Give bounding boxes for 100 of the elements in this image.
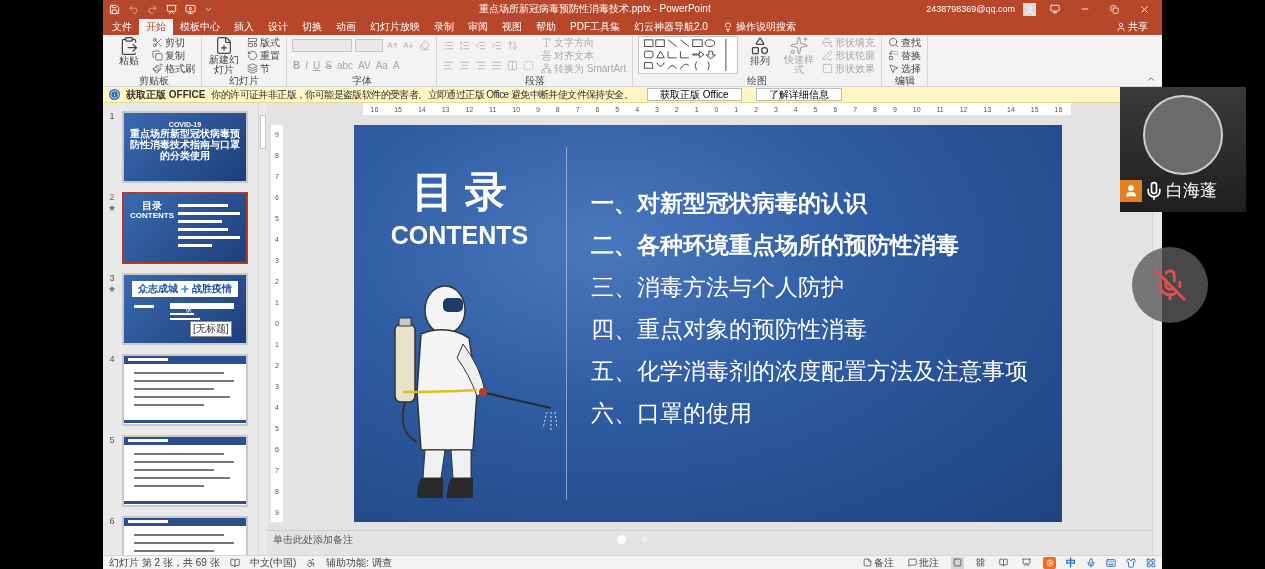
slide-thumbnail[interactable]: 众志成城 战胜疫情 [无标题] xyxy=(122,273,248,345)
ribbon-button[interactable]: 重置 xyxy=(246,49,281,62)
keyboard-icon[interactable] xyxy=(1106,557,1116,568)
ribbon-button[interactable]: 格式刷 xyxy=(151,62,196,75)
ribbon-tab[interactable]: 模板中心 xyxy=(173,19,227,35)
slide-number: 6 xyxy=(109,516,115,526)
outdent-icon xyxy=(475,40,486,52)
comments-button[interactable]: 批注 xyxy=(906,556,941,569)
share-button[interactable]: 共享 xyxy=(1110,19,1154,35)
ribbon-button[interactable]: 剪切 xyxy=(151,36,196,49)
contents-item: 二、各种环境重点场所的预防性消毒 xyxy=(590,231,960,259)
contents-item: 一、对新型冠状病毒的认识 xyxy=(590,189,869,217)
notice-title: 获取正版 OFFICE xyxy=(126,87,206,102)
ribbon-button[interactable]: 排列 xyxy=(743,36,778,75)
reset-icon xyxy=(247,50,258,61)
vertical-align-icon xyxy=(541,50,552,61)
slide-title: 目 录 xyxy=(411,169,508,215)
ribbon-tab[interactable]: 动画 xyxy=(329,19,363,35)
ribbon-button[interactable]: 新建幻灯片 xyxy=(207,36,241,75)
ribbon-tab[interactable]: 插入 xyxy=(227,19,261,35)
slide-number: 4 xyxy=(109,354,115,364)
spellcheck-icon[interactable] xyxy=(229,557,240,568)
text-icon xyxy=(541,37,552,48)
ribbon-tab[interactable]: PDF工具集 xyxy=(563,19,627,35)
reading-view-button[interactable] xyxy=(997,556,1010,569)
ribbon-button[interactable]: 替换 xyxy=(887,49,923,62)
thumbnail-title: 目录 xyxy=(141,200,163,211)
accessibility-status[interactable]: 辅助功能: 调查 xyxy=(326,555,392,569)
monitor-icon xyxy=(1050,4,1060,14)
search-icon xyxy=(888,37,900,48)
ribbon-tab[interactable]: 录制 xyxy=(427,19,461,35)
avatar-icon[interactable] xyxy=(1023,2,1036,16)
save-icon[interactable] xyxy=(109,3,120,15)
slide-subtitle: CONTENTS xyxy=(390,221,529,250)
clipboard-icon xyxy=(119,36,139,56)
language[interactable]: 中文(中国) xyxy=(249,555,297,569)
numbered-list-icon xyxy=(459,40,470,52)
ribbon-button[interactable]: 选择 xyxy=(887,62,923,75)
mic-icon[interactable] xyxy=(1086,557,1096,568)
sorter-view-button[interactable] xyxy=(974,556,987,569)
accessibility-icon[interactable] xyxy=(306,557,317,568)
contents-item: 四、重点对象的预防性消毒 xyxy=(590,315,868,343)
ribbon-tab[interactable]: 开始 xyxy=(139,19,173,35)
shapes-icon xyxy=(750,36,771,56)
slideshow-icon[interactable] xyxy=(185,3,196,15)
mic-off-icon xyxy=(1153,268,1187,302)
ribbon-tab[interactable]: 设计 xyxy=(261,19,295,35)
contents-item: 五、化学消毒剂的浓度配置方法及注意事项 xyxy=(590,357,1028,385)
user-icon xyxy=(1120,179,1142,202)
slide-number: 2 xyxy=(109,192,115,202)
ribbon-button[interactable]: 查找 xyxy=(887,36,923,49)
paintbrush-icon xyxy=(152,63,163,74)
group-label: 段落 xyxy=(523,75,546,86)
notice-button[interactable]: 获取正版 Office xyxy=(646,88,742,101)
grid-icon[interactable] xyxy=(1146,557,1156,568)
replace-icon xyxy=(888,50,900,61)
ime-mode[interactable]: 中 xyxy=(1066,555,1076,569)
notes-placeholder[interactable]: 单击此处添加备注 xyxy=(273,532,353,547)
lightbulb-icon xyxy=(722,22,733,32)
mic-icon xyxy=(1144,180,1164,201)
notes-button[interactable]: 备注 xyxy=(861,556,896,569)
notice-button[interactable]: 了解详细信息 xyxy=(755,88,842,101)
ribbon-button[interactable]: 版式 xyxy=(246,36,281,49)
ime-logo-icon[interactable] xyxy=(1043,556,1056,569)
comment-icon xyxy=(908,558,917,567)
thumbnail-text: CONTENTS xyxy=(130,211,174,220)
ribbon-tab[interactable]: 切换 xyxy=(295,19,329,35)
tooltip: [无标题] xyxy=(190,321,232,337)
sparkle-icon xyxy=(789,36,810,55)
redo-icon[interactable] xyxy=(147,3,158,15)
presentation-icon[interactable] xyxy=(166,3,177,15)
ribbon-tab[interactable]: 视图 xyxy=(495,19,529,35)
indent-icon xyxy=(491,40,502,52)
shapes-gallery-drawing[interactable] xyxy=(638,36,739,74)
collapse-icon[interactable] xyxy=(1146,74,1156,84)
ribbon-tab[interactable]: 幻云神器导航2.0 xyxy=(627,19,715,35)
slideshow-button[interactable] xyxy=(1020,556,1033,569)
slide-thumbnail[interactable]: 目录 CONTENTS xyxy=(122,192,248,264)
ribbon-tab[interactable]: 幻灯片放映 xyxy=(363,19,427,35)
ribbon-tab[interactable]: 文件 xyxy=(105,19,139,35)
shirt-icon[interactable] xyxy=(1126,557,1136,568)
ribbon-button[interactable]: 粘贴 xyxy=(112,36,146,75)
slide-number: 1 xyxy=(109,111,115,121)
restore-icon xyxy=(1110,4,1119,14)
layout-icon xyxy=(247,37,258,48)
ribbon-button[interactable]: 节 xyxy=(246,62,281,75)
ribbon-button[interactable]: 复制 xyxy=(151,49,196,62)
new-page-icon xyxy=(214,36,234,55)
ribbon-tab[interactable]: 帮助 xyxy=(529,19,563,35)
normal-view-button[interactable] xyxy=(951,556,964,569)
dashed-square-icon xyxy=(523,59,534,71)
scrollbar-thumb[interactable] xyxy=(260,115,266,149)
justify-icon xyxy=(491,59,502,71)
undo-icon[interactable] xyxy=(128,3,139,15)
align-center-icon xyxy=(459,59,470,71)
participant-name: 白海蓬 xyxy=(1166,180,1217,202)
slide-number: 5 xyxy=(109,435,115,445)
tell-me-search[interactable]: 操作说明搜索 xyxy=(714,19,804,35)
contents-item: 三、消毒方法与个人防护 xyxy=(590,273,845,301)
ribbon-tab[interactable]: 审阅 xyxy=(461,19,495,35)
